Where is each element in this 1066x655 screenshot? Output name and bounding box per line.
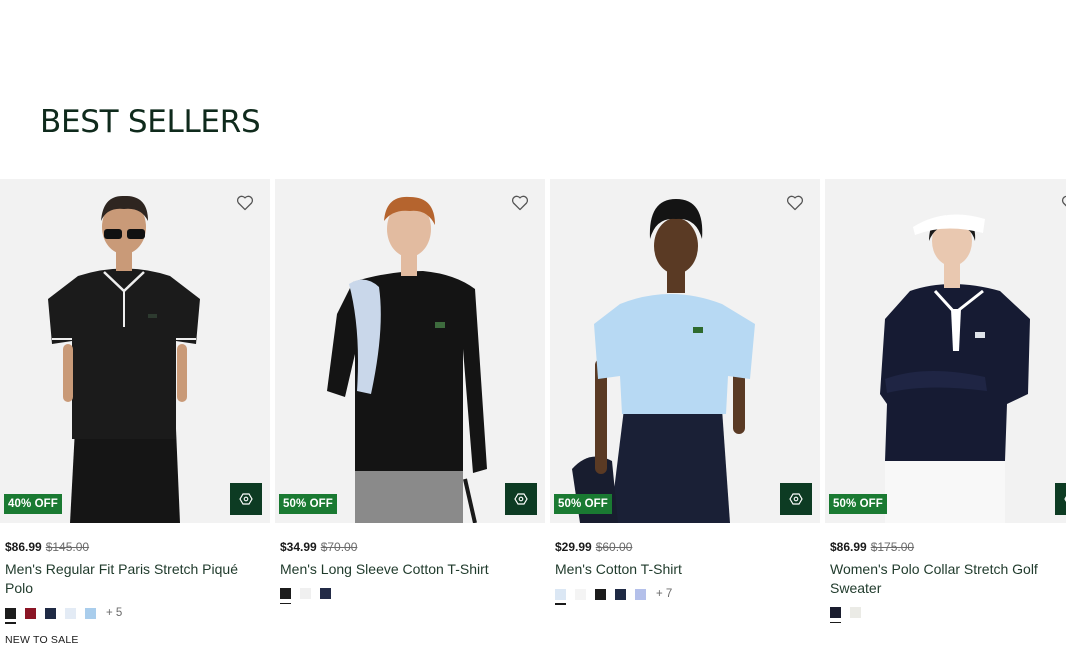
color-swatch[interactable]: [635, 588, 646, 600]
product-name[interactable]: Men's Cotton T-Shirt: [555, 560, 800, 579]
color-swatch[interactable]: [830, 607, 841, 623]
product-image[interactable]: 50% OFF: [275, 179, 545, 523]
original-price: $70.00: [320, 540, 358, 554]
product-carousel: 40% OFF $86.99 $145.00 Men's Regular Fit …: [0, 179, 1066, 655]
virtual-try-on-icon[interactable]: [1055, 483, 1066, 515]
color-swatches: + 7: [555, 588, 672, 605]
color-swatch[interactable]: [320, 588, 331, 599]
color-swatch[interactable]: [575, 588, 586, 600]
product-image[interactable]: 40% OFF: [0, 179, 270, 523]
color-swatches: + 5: [5, 607, 122, 624]
color-swatch[interactable]: [595, 588, 606, 600]
sale-price: $29.99: [555, 540, 592, 554]
color-swatch[interactable]: [65, 607, 76, 619]
color-swatch[interactable]: [45, 607, 56, 619]
product-card[interactable]: 40% OFF $86.99 $145.00 Men's Regular Fit …: [0, 179, 270, 655]
product-name[interactable]: Men's Long Sleeve Cotton T-Shirt: [280, 560, 525, 579]
original-price: $145.00: [45, 540, 90, 554]
product-image[interactable]: 50% OFF: [550, 179, 820, 523]
color-swatch[interactable]: [850, 607, 861, 618]
original-price: $60.00: [595, 540, 633, 554]
product-name[interactable]: Men's Regular Fit Paris Stretch Piqué Po…: [5, 560, 250, 598]
original-price: $175.00: [870, 540, 915, 554]
discount-badge: 50% OFF: [279, 494, 337, 514]
color-swatches: [280, 588, 340, 604]
more-colors-count[interactable]: + 7: [656, 588, 672, 600]
discount-badge: 50% OFF: [829, 494, 887, 514]
product-card[interactable]: 50% OFF $86.99 $175.00 Women's Polo Colla…: [825, 179, 1066, 655]
sale-price: $86.99: [5, 540, 42, 554]
product-name[interactable]: Women's Polo Collar Stretch Golf Sweater: [830, 560, 1066, 598]
sale-price: $86.99: [830, 540, 867, 554]
color-swatch[interactable]: [555, 588, 566, 605]
heart-outline-icon[interactable]: [1059, 193, 1066, 213]
section-title: BEST SELLERS: [40, 104, 261, 140]
sale-price: $34.99: [280, 540, 317, 554]
color-swatch[interactable]: [85, 607, 96, 619]
color-swatch[interactable]: [300, 588, 311, 599]
heart-outline-icon[interactable]: [234, 193, 256, 213]
color-swatch[interactable]: [615, 588, 626, 600]
price: $34.99 $70.00: [280, 540, 357, 554]
color-swatch[interactable]: [280, 588, 291, 604]
color-swatch[interactable]: [5, 607, 16, 624]
product-card[interactable]: 50% OFF $29.99 $60.00 Men's Cotton T-Shir…: [550, 179, 820, 655]
price: $86.99 $175.00: [830, 540, 914, 554]
virtual-try-on-icon[interactable]: [230, 483, 262, 515]
new-to-sale-tag: NEW TO SALE: [5, 634, 79, 646]
price: $29.99 $60.00: [555, 540, 632, 554]
discount-badge: 40% OFF: [4, 494, 62, 514]
product-card[interactable]: 50% OFF $34.99 $70.00 Men's Long Sleeve C…: [275, 179, 545, 655]
heart-outline-icon[interactable]: [509, 193, 531, 213]
color-swatches: [830, 607, 870, 623]
virtual-try-on-icon[interactable]: [505, 483, 537, 515]
virtual-try-on-icon[interactable]: [780, 483, 812, 515]
discount-badge: 50% OFF: [554, 494, 612, 514]
price: $86.99 $145.00: [5, 540, 89, 554]
product-image[interactable]: 50% OFF: [825, 179, 1066, 523]
more-colors-count[interactable]: + 5: [106, 607, 122, 619]
heart-outline-icon[interactable]: [784, 193, 806, 213]
color-swatch[interactable]: [25, 607, 36, 619]
